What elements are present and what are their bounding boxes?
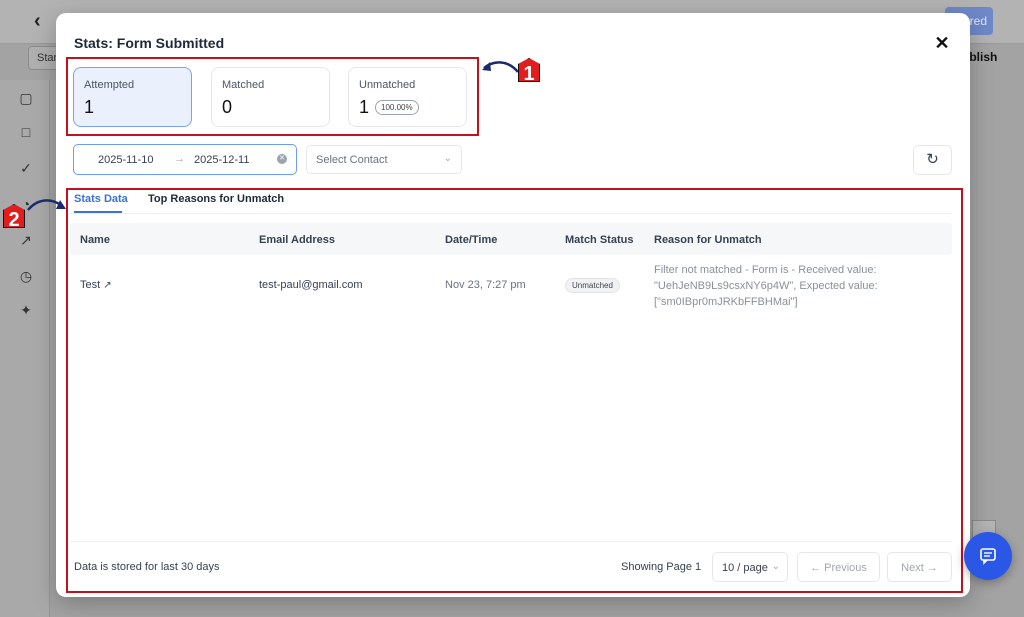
document-icon[interactable]: □ xyxy=(18,124,34,140)
back-arrow-icon[interactable]: ‹ xyxy=(34,10,41,33)
date-range-picker[interactable]: 2025-11-10 → 2025-12-11 ✕ xyxy=(73,144,297,175)
annotation-arrow-2 xyxy=(27,199,66,211)
message-icon xyxy=(980,547,996,565)
annotation-box-2 xyxy=(66,188,963,593)
background-sidebar: ▢ □ ✓ ◔ ↗ ◷ ✦ xyxy=(0,80,50,617)
annotation-box-1 xyxy=(66,57,479,136)
date-end[interactable]: 2025-12-11 xyxy=(194,154,249,166)
sparkle-icon[interactable]: ✦ xyxy=(18,302,34,318)
chevron-down-icon: ⌄ xyxy=(443,153,452,164)
check-circle-icon[interactable]: ✓ xyxy=(18,160,34,176)
chat-fab-button[interactable] xyxy=(964,532,1012,580)
refresh-button[interactable]: ↻ xyxy=(913,145,952,175)
annotation-arrow-1 xyxy=(482,61,519,73)
contact-placeholder: Select Contact xyxy=(316,154,388,166)
external-link-icon[interactable]: ↗ xyxy=(18,232,34,248)
modal-title: Stats: Form Submitted xyxy=(74,35,225,51)
date-start[interactable]: 2025-11-10 xyxy=(98,154,153,166)
close-icon[interactable]: ✕ xyxy=(932,33,952,53)
chat-icon[interactable]: ▢ xyxy=(18,90,34,106)
history-icon[interactable]: ◷ xyxy=(18,268,34,284)
contact-select[interactable]: Select Contact ⌄ xyxy=(306,145,462,174)
refresh-icon: ↻ xyxy=(926,151,939,168)
arrow-right-icon: → xyxy=(174,153,185,165)
clear-icon[interactable]: ✕ xyxy=(277,154,287,164)
